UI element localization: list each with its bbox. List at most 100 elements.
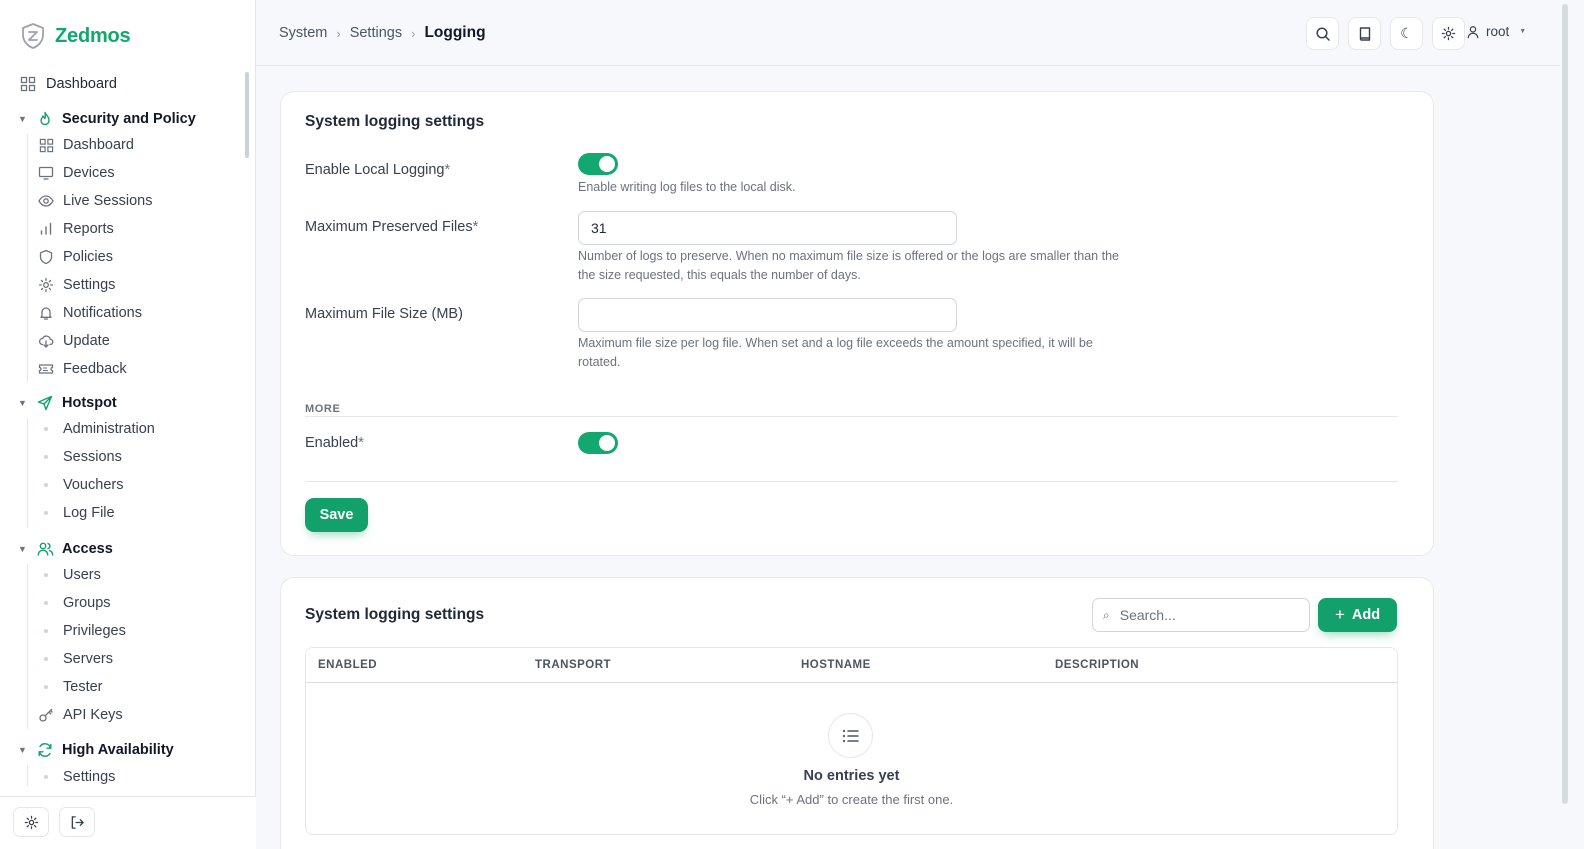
- sidebar-item-vouchers[interactable]: Vouchers: [38, 472, 123, 498]
- sidebar-group-security-and-policy[interactable]: ▼ Security and Policy: [18, 105, 196, 133]
- grid-icon: [38, 137, 54, 153]
- column-header-enabled[interactable]: ENABLED: [318, 659, 377, 671]
- search-icon: [1315, 26, 1330, 41]
- sidebar-group-label: Security and Policy: [62, 111, 196, 127]
- sidebar-item-log-file[interactable]: Log File: [38, 500, 115, 526]
- chevron-down-icon: ▼: [18, 544, 27, 554]
- form-footer-divider: [305, 481, 1398, 482]
- nav-tree-line: [27, 418, 28, 528]
- sidebar-item-sessions[interactable]: Sessions: [38, 444, 122, 470]
- breadcrumb-system[interactable]: System: [279, 25, 327, 41]
- max-file-size-label: Maximum File Size (MB): [305, 306, 463, 322]
- sidebar-item-tester[interactable]: Tester: [38, 674, 103, 700]
- enable-local-logging-label: Enable Local Logging*: [305, 162, 451, 178]
- sidebar-item-servers[interactable]: Servers: [38, 646, 113, 672]
- remote-logging-table: ENABLED TRANSPORT HOSTNAME DESCRIPTION N…: [305, 647, 1398, 835]
- enable-local-logging-toggle[interactable]: [578, 153, 618, 175]
- sidebar-group-access[interactable]: ▼ Access: [18, 535, 113, 563]
- breadcrumb: System › Settings › Logging: [279, 24, 486, 42]
- chevron-down-icon: ▼: [18, 114, 27, 124]
- max-preserved-files-input[interactable]: [578, 211, 957, 245]
- sidebar-item-label: Dashboard: [63, 137, 134, 153]
- cloud-download-icon: [38, 333, 54, 349]
- sidebar-item-reports[interactable]: Reports: [38, 216, 114, 242]
- sidebar-item-live-sessions[interactable]: Live Sessions: [38, 188, 152, 214]
- sidebar-item-label: Live Sessions: [63, 193, 153, 209]
- sidebar-item-label: Privileges: [63, 623, 126, 639]
- user-menu[interactable]: root ▼: [1466, 24, 1526, 39]
- sidebar-item-devices[interactable]: Devices: [38, 160, 115, 186]
- flame-icon: [36, 110, 54, 128]
- bullet-icon: [38, 657, 54, 661]
- add-button[interactable]: + Add: [1318, 598, 1397, 632]
- page-scrollbar[interactable]: [1561, 0, 1584, 849]
- sidebar-item-ha-settings[interactable]: Settings: [38, 764, 115, 786]
- sidebar-item-label: Settings: [63, 769, 116, 785]
- sidebar-item-feedback[interactable]: Feedback: [38, 356, 127, 382]
- sidebar-item-notifications[interactable]: Notifications: [38, 300, 142, 326]
- sidebar-item-label: Update: [63, 333, 110, 349]
- plus-icon: +: [1334, 605, 1345, 624]
- user-name: root: [1486, 24, 1510, 39]
- section-divider: [305, 416, 1398, 417]
- card-title: System logging settings: [305, 606, 485, 623]
- caret-down-icon: ▼: [1519, 28, 1527, 35]
- chevron-right-icon: ›: [336, 25, 341, 41]
- enabled-toggle[interactable]: [578, 432, 618, 454]
- bullet-icon: [38, 601, 54, 605]
- brand[interactable]: Zedmos: [20, 22, 131, 50]
- bullet-icon: [38, 685, 54, 689]
- sidebar-item-label: Servers: [63, 651, 113, 667]
- search-icon: ⌕: [1103, 607, 1110, 622]
- bell-icon: [38, 305, 54, 321]
- sidebar-item-policies[interactable]: Policies: [38, 244, 113, 270]
- column-header-description[interactable]: DESCRIPTION: [1055, 659, 1139, 671]
- sidebar-item-dashboard[interactable]: Dashboard: [20, 70, 117, 98]
- sidebar-item-label: Settings: [63, 277, 116, 293]
- sidebar-item-privileges[interactable]: Privileges: [38, 618, 126, 644]
- theme-toggle-button[interactable]: ☾: [1390, 17, 1423, 50]
- sidebar-item-groups[interactable]: Groups: [38, 590, 111, 616]
- search-input[interactable]: [1119, 607, 1290, 623]
- sidebar-scrollbar[interactable]: [245, 72, 249, 158]
- max-file-size-input[interactable]: [578, 298, 957, 332]
- sidebar-item-label: Policies: [63, 249, 113, 265]
- sidebar-item-label: Log File: [63, 505, 115, 521]
- nav-tree-line: [27, 765, 28, 786]
- max-preserved-files-label: Maximum Preserved Files*: [305, 219, 479, 235]
- search-button[interactable]: [1306, 17, 1339, 50]
- bullet-icon: [38, 629, 54, 633]
- sidebar-group-high-availability[interactable]: ▼ High Availability: [18, 736, 174, 764]
- sidebar-nav: Dashboard ▼ Security and Policy Dashboar…: [0, 68, 250, 786]
- docs-button[interactable]: [1348, 17, 1381, 50]
- header-settings-button[interactable]: [1432, 17, 1465, 50]
- sidebar-item-users[interactable]: Users: [38, 562, 101, 588]
- page-title: Logging: [424, 24, 486, 41]
- send-icon: [36, 394, 54, 412]
- sidebar-item-security-dashboard[interactable]: Dashboard: [38, 132, 134, 158]
- save-button[interactable]: Save: [305, 498, 368, 532]
- bullet-icon: [38, 455, 54, 459]
- sidebar-item-label: Devices: [63, 165, 115, 181]
- sidebar-item-administration[interactable]: Administration: [38, 416, 155, 442]
- sidebar-item-label: Administration: [63, 421, 155, 437]
- sidebar-footer: [0, 796, 256, 849]
- sidebar-item-label: Feedback: [63, 361, 127, 377]
- logout-button[interactable]: [59, 807, 95, 837]
- breadcrumb-settings[interactable]: Settings: [350, 25, 402, 41]
- column-header-hostname[interactable]: HOSTNAME: [801, 659, 871, 671]
- table-search[interactable]: ⌕: [1092, 598, 1310, 632]
- logging-settings-card: System logging settings Enable Local Log…: [280, 91, 1434, 556]
- card-title: System logging settings: [305, 113, 485, 130]
- chevron-down-icon: ▼: [18, 398, 27, 408]
- sidebar-group-label: Hotspot: [62, 395, 117, 411]
- settings-button[interactable]: [13, 807, 49, 837]
- sidebar-item-settings[interactable]: Settings: [38, 272, 115, 298]
- column-header-transport[interactable]: TRANSPORT: [535, 659, 611, 671]
- top-header: System › Settings › Logging ☾ root ▼: [256, 0, 1560, 66]
- sidebar-group-hotspot[interactable]: ▼ Hotspot: [18, 389, 117, 417]
- sidebar-item-update[interactable]: Update: [38, 328, 110, 354]
- sidebar-item-api-keys[interactable]: API Keys: [38, 702, 123, 728]
- enabled-label: Enabled*: [305, 435, 364, 451]
- sidebar-group-label: High Availability: [62, 742, 174, 758]
